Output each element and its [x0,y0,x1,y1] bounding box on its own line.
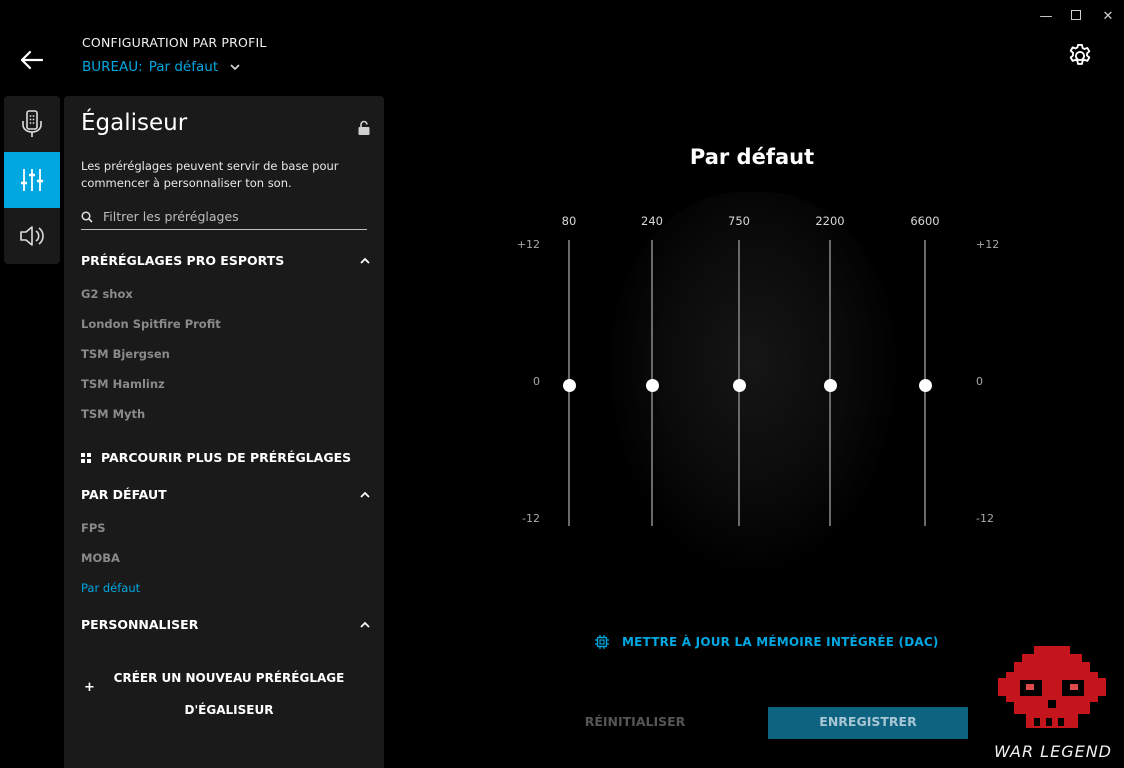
band-frequency-label: 80 [561,214,577,228]
section-custom[interactable]: PERSONNALISER [81,617,371,632]
browse-more-presets-button[interactable]: PARCOURIR PLUS DE PRÉRÉGLAGES [81,450,351,465]
eq-preset-name: Par défaut [689,145,815,169]
search-input[interactable] [103,209,353,224]
preset-item-selected[interactable]: Par défaut [81,581,140,595]
preset-item[interactable]: TSM Hamlinz [81,377,165,391]
band-frequency-label: 750 [728,214,750,228]
preset-item[interactable]: TSM Myth [81,407,145,421]
band-slider-handle[interactable] [918,378,932,392]
band-frequency-label: 6600 [910,214,940,228]
reset-button[interactable]: RÉINITIALISER [560,707,710,737]
chevron-up-icon [360,257,370,264]
band-slider-handle[interactable] [732,378,746,392]
close-button[interactable]: ✕ [1098,8,1118,26]
preset-item[interactable]: MOBA [81,551,120,565]
preset-item[interactable]: G2 shox [81,287,133,301]
chevron-up-icon [360,491,370,498]
maximize-icon [1071,10,1081,20]
update-dac-button[interactable]: METTRE À JOUR LA MÉMOIRE INTÉGRÉE (DAC) [594,634,939,650]
close-icon: ✕ [1102,9,1114,24]
create-preset-button[interactable]: CRÉER UN NOUVEAU PRÉRÉGLAGE D'ÉGALISEUR [104,662,354,726]
scale-bottom-left: -12 [522,512,540,525]
gear-icon [1069,43,1091,65]
scale-mid-right: 0 [976,375,983,388]
chevron-up-icon [360,621,370,628]
minimize-icon: — [1039,9,1053,24]
plus-icon: + [84,680,95,695]
preset-item[interactable]: FPS [81,521,106,535]
grid-icon [81,452,91,463]
skull-logo-icon [998,646,1106,728]
section-pro-esports[interactable]: PRÉRÉGLAGES PRO ESPORTS [81,253,371,268]
band-slider-handle[interactable] [823,378,837,392]
profile-prefix: BUREAU: [82,59,143,75]
preset-item[interactable]: London Spitfire Profit [81,317,221,331]
section-title: PAR DÉFAUT [81,487,167,502]
scale-mid-left: 0 [533,375,540,388]
preset-item[interactable]: TSM Bjergsen [81,347,170,361]
maximize-button[interactable] [1066,8,1086,26]
search-icon [81,210,93,223]
preset-search[interactable] [81,204,367,230]
save-button[interactable]: ENREGISTRER [768,707,968,739]
minimize-button[interactable]: — [1036,8,1056,26]
band-slider-handle[interactable] [562,378,576,392]
section-default[interactable]: PAR DÉFAUT [81,487,371,502]
equalizer-panel: Égaliseur Les préréglages peuvent servir… [64,96,384,768]
band-frequency-label: 2200 [815,214,845,228]
rail-item-microphone[interactable] [4,96,60,152]
profile-selector[interactable]: BUREAU: Par défaut [82,59,240,75]
band-slider-handle[interactable] [645,378,659,392]
profile-value: Par défaut [148,59,219,75]
band-frequency-label: 240 [641,214,663,228]
arrow-left-icon [20,50,44,70]
surround-sound-icon [20,226,44,246]
panel-description: Les préréglages peuvent servir de base p… [81,159,339,190]
scale-top-left: +12 [516,238,540,251]
back-button[interactable] [16,44,48,76]
watermark-text: WAR LEGEND [994,742,1112,761]
nav-rail [4,96,60,264]
chevron-down-icon [230,64,240,71]
scale-bottom-right: -12 [976,512,994,525]
section-title: PERSONNALISER [81,617,199,632]
unlock-icon [358,120,370,135]
profile-title: CONFIGURATION PAR PROFIL [82,35,267,50]
panel-title: Égaliseur [81,110,188,136]
browse-label: PARCOURIR PLUS DE PRÉRÉGLAGES [101,450,352,465]
lock-button[interactable] [357,120,371,136]
rail-item-sound[interactable] [4,208,60,264]
microphone-icon [22,110,42,137]
section-title: PRÉRÉGLAGES PRO ESPORTS [81,253,285,268]
rail-item-equalizer[interactable] [4,152,60,208]
equalizer-icon [21,169,43,191]
settings-button[interactable] [1066,42,1094,70]
dac-label: METTRE À JOUR LA MÉMOIRE INTÉGRÉE (DAC) [622,635,939,649]
scale-top-right: +12 [976,238,1000,251]
chip-icon [595,635,609,649]
